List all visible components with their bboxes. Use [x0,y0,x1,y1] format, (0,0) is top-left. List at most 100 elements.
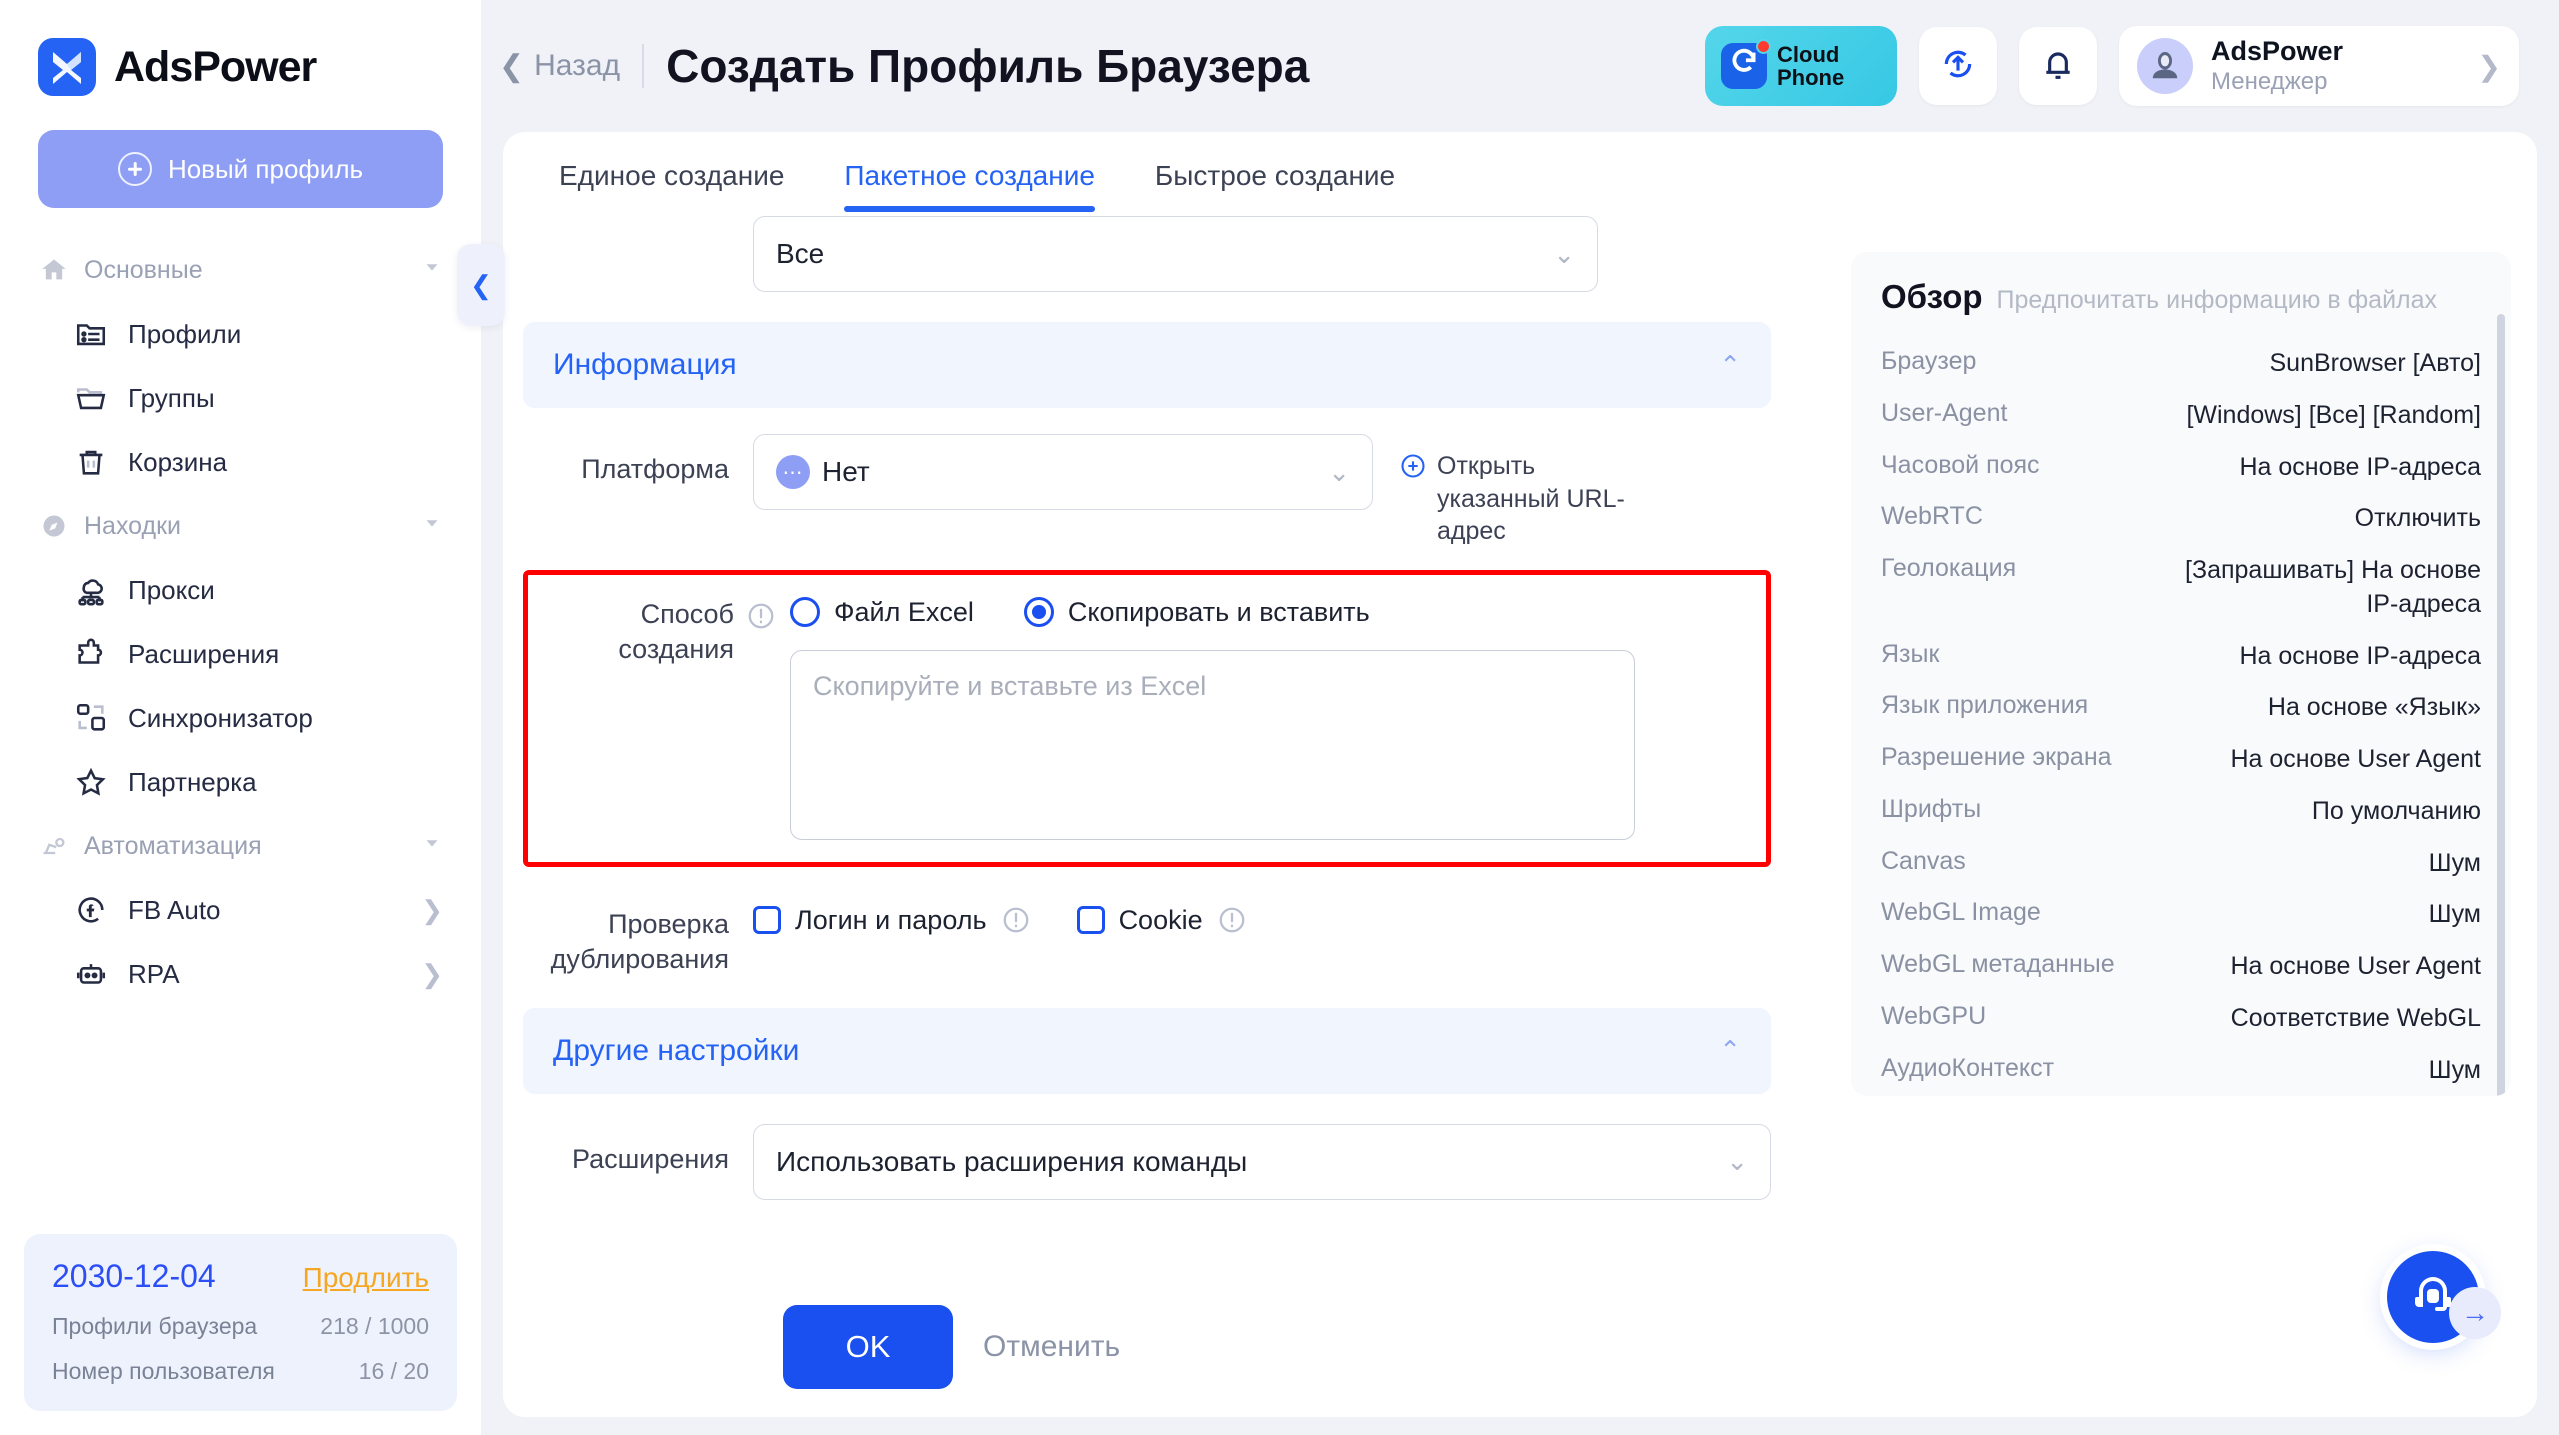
sync-blocks-icon [72,699,110,737]
user-menu[interactable]: AdsPower Менеджер ❯ [2119,26,2519,106]
notifications-button[interactable] [2019,27,2097,105]
checkbox-label: Cookie [1118,904,1203,935]
overview-key: Язык [1881,639,1940,668]
brand: AdsPower [0,0,481,96]
overview-value: На основе IP-адреса [2239,641,2481,670]
sidebar-item-label: Синхронизатор [128,702,313,733]
creation-method-highlight: Способ создания Файл Excel Скопировать и… [523,569,1771,867]
support-button[interactable]: → [2387,1251,2501,1343]
sidebar-group-avtomatizaciya[interactable]: Автоматизация [0,814,481,878]
tab-edinoe-sozdanie[interactable]: Единое создание [559,160,784,212]
radio-label: Скопировать и вставить [1067,596,1370,627]
overview-value: На основе User Agent [2230,745,2481,773]
tab-paketnoe-sozdanie[interactable]: Пакетное создание [844,160,1095,212]
duplicate-check-label: Проверка дублирования [550,908,729,975]
rpa-robot-icon [72,955,110,993]
folder-open-icon [72,379,110,417]
chevron-down-icon [421,832,443,861]
tab-bar: Единое создание Пакетное создание Быстро… [503,132,2537,212]
sidebar-group-nahodki[interactable]: Находки [0,494,481,558]
puzzle-icon [72,635,110,673]
sidebar-item-korzina[interactable]: Корзина [0,430,481,494]
sidebar-item-partnerka[interactable]: Партнерка [0,750,481,814]
form-footer: OK Отменить [503,1281,2537,1417]
creation-method-label-wrap: Способ создания [528,591,758,668]
radio-file-excel[interactable]: Файл Excel [790,597,974,628]
overview-row: Геолокация [Запрашивать] На основе IP-адр… [1881,545,2481,631]
ok-button[interactable]: OK [783,1305,953,1389]
new-profile-label: Новый профиль [167,153,364,184]
platform-value: Нет [822,456,870,487]
sidebar-group-osnovnye[interactable]: Основные [0,238,481,302]
checkbox-login-password[interactable]: Логин и пароль [753,905,1031,936]
robot-arm-icon [38,830,70,862]
overview-scrollbar[interactable] [2497,314,2505,1097]
sidebar-item-fb-auto[interactable]: FB Auto ❯ [0,878,481,942]
adspower-logo-icon [38,38,96,96]
sidebar-item-label: Корзина [128,446,228,477]
sidebar-item-sinhronizator[interactable]: Синхронизатор [0,686,481,750]
overview-row: Canvas Шум [1881,838,2481,890]
info-circle-icon[interactable] [1001,905,1031,935]
overview-key: АудиоКонтекст [1881,1053,2055,1082]
checkbox-cookie[interactable]: Cookie [1076,904,1247,936]
sidebar-item-proksi[interactable]: Прокси [0,558,481,622]
excel-paste-textarea[interactable]: Скопируйте и вставьте из Excel [790,649,1635,840]
refresh-upload-button[interactable] [1919,27,1997,105]
tab-bystroe-sozdanie[interactable]: Быстрое создание [1155,160,1395,212]
open-url-link[interactable]: Открыть указанный URL-адрес [1399,434,1629,548]
sidebar-item-rpa[interactable]: RPA ❯ [0,942,481,1006]
sidebar-item-gruppy[interactable]: Группы [0,366,481,430]
platform-select[interactable]: ⋯ Нет ⌄ [753,434,1373,510]
section-title: Другие настройки [553,1033,800,1067]
duplicate-check-options: Логин и пароль Cookie [753,889,1771,936]
chevron-down-icon: ⌄ [1726,1146,1748,1177]
chevron-up-icon: ⌃ [1719,1035,1741,1066]
page-title: Создать Профиль Браузера [666,40,1310,92]
card-body: Все ⌄ Информация ⌃ Платформа ⋯ Нет ⌄ Отк… [503,212,2537,1281]
back-button[interactable]: ❮ Назад [499,49,620,84]
overview-row: АудиоКонтекст Шум [1881,1045,2481,1097]
sidebar-nav: Основные Профили Группы Корзина Находки … [0,238,481,1234]
sidebar-item-profili[interactable]: Профили [0,302,481,366]
overview-row: Язык На основе IP-адреса [1881,631,2481,683]
sidebar-item-label: Группы [128,382,215,413]
sidebar-item-label: FB Auto [128,894,221,925]
overview-value: Шум [2428,848,2481,877]
extensions-value: Использовать расширения команды [776,1145,1248,1177]
extensions-row: Расширения Использовать расширения коман… [523,1123,1771,1200]
main-area: ❮ Назад Создать Профиль Браузера Cloud P… [481,0,2559,1435]
info-circle-icon[interactable] [746,601,776,631]
sidebar-group-label: Основные [84,255,203,284]
content-card: Единое создание Пакетное создание Быстро… [503,132,2537,1417]
radio-copy-paste[interactable]: Скопировать и вставить [1023,596,1370,628]
dots-badge-icon: ⋯ [776,455,810,489]
overview-row: Язык приложения На основе «Язык» [1881,682,2481,734]
folder-list-icon [72,315,110,353]
sidebar-collapse-toggle[interactable]: ❮ [457,244,505,326]
account-row-profiles: Профили браузера 218 / 1000 [52,1313,429,1340]
extensions-select[interactable]: Использовать расширения команды ⌄ [753,1123,1771,1200]
account-row-value: 16 / 20 [358,1358,429,1384]
chevron-down-icon: ⌄ [1328,456,1350,487]
cancel-button[interactable]: Отменить [983,1330,1120,1364]
section-header-informaciya[interactable]: Информация ⌃ [523,322,1771,408]
renew-link[interactable]: Продлить [303,1262,429,1294]
overview-key: Шрифты [1881,794,1982,823]
overview-value: SunBrowser [Авто] [2269,349,2482,377]
info-circle-icon[interactable] [1217,905,1247,935]
chevron-right-icon: ❯ [421,894,443,925]
overview-key: Геолокация [1881,554,2017,582]
section-header-drugie-nastroyki[interactable]: Другие настройки ⌃ [523,1007,1771,1094]
duplicate-check-row: Проверка дублирования Логин и пароль Coo… [523,889,1771,978]
overview-value: Отключить [2354,504,2481,533]
group-select[interactable]: Все ⌄ [753,216,1598,292]
sidebar-item-rasshireniya[interactable]: Расширения [0,622,481,686]
arrow-right-icon[interactable]: → [2449,1287,2501,1339]
chevron-right-icon: ❯ [421,958,443,989]
cloud-phone-button[interactable]: Cloud Phone [1705,26,1897,106]
account-row-label: Профили браузера [52,1313,258,1339]
new-profile-button[interactable]: Новый профиль [38,130,443,208]
overview-row: Часовой пояс На основе IP-адреса [1881,442,2481,494]
overview-panel: Обзор Предпочитать информацию в файлах Б… [1851,252,2511,1097]
